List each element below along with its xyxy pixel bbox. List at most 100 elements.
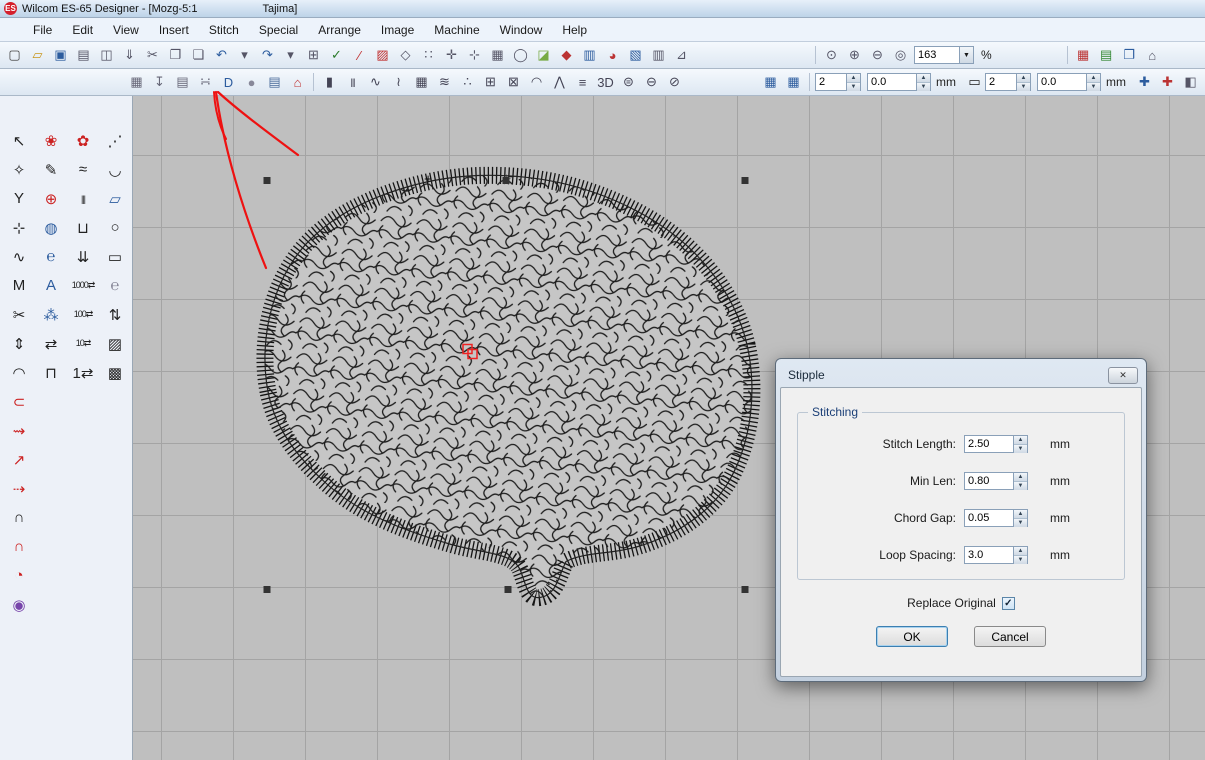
spin-down-icon[interactable]: ▼ (1087, 82, 1100, 91)
spin-up-icon[interactable]: ▲ (1014, 547, 1027, 555)
new-design-icon[interactable]: ▢ (4, 45, 25, 65)
hatch-tool[interactable]: ⋰ (99, 126, 131, 155)
trapunto-icon[interactable]: ⊜ (618, 72, 639, 92)
rectangle-tool[interactable]: ▭ (99, 242, 131, 271)
selection-handle[interactable] (505, 586, 512, 593)
menu-window[interactable]: Window (491, 20, 552, 40)
lettering-tool[interactable]: A (35, 271, 67, 300)
dialog-titlebar[interactable]: Stipple ✕ (780, 363, 1142, 387)
grid-spacing-input[interactable] (816, 74, 846, 90)
export-machine-file-icon[interactable]: ⇓ (119, 45, 140, 65)
print-icon[interactable]: ▤ (73, 45, 94, 65)
menu-special[interactable]: Special (250, 20, 307, 40)
paste-icon[interactable]: ❏ (188, 45, 209, 65)
motif-run-tool[interactable]: ⇢ (3, 474, 35, 503)
selection-handle[interactable] (264, 586, 271, 593)
monogram-icon[interactable]: D (218, 72, 239, 92)
mirror-merge-tool[interactable]: Y (3, 184, 35, 213)
zoom-out-icon[interactable]: ⊖ (867, 45, 888, 65)
effect-3d-icon[interactable]: 3D (595, 72, 616, 92)
lattice-icon[interactable]: ⊠ (503, 72, 524, 92)
manual-stitch-tool[interactable]: ∩ (3, 532, 35, 561)
pattern-b-tool[interactable]: ▩ (99, 358, 131, 387)
title-bar[interactable]: ES Wilcom ES-65 Designer - [Mozg-5:1 Taj… (0, 0, 1205, 18)
spin-down-icon[interactable]: ▼ (1017, 82, 1030, 91)
cross-fill-icon[interactable]: ⊞ (480, 72, 501, 92)
spin-up-icon[interactable]: ▲ (1014, 436, 1027, 444)
menu-arrange[interactable]: Arrange (309, 20, 370, 40)
run-stitch-icon[interactable]: ∕ (349, 45, 370, 65)
drop-stitch-tool[interactable]: ⇊ (67, 242, 99, 271)
spin-down-icon[interactable]: ▼ (1014, 444, 1027, 453)
zoom-level-input[interactable] (915, 47, 959, 63)
florentine-fill-tool[interactable]: ❀ (35, 126, 67, 155)
no-fill-icon[interactable]: ⊘ (664, 72, 685, 92)
pattern-stitch-icon[interactable]: ∷ (418, 45, 439, 65)
arc-shape-tool[interactable]: ◡ (99, 155, 131, 184)
hoop-icon[interactable]: ◯ (510, 45, 531, 65)
triple-run-tool[interactable]: ↗ (3, 445, 35, 474)
object-properties-icon[interactable]: ▦ (126, 72, 147, 92)
check-stitches-icon[interactable]: ✓ (326, 45, 347, 65)
shape-fill-icon[interactable]: ◪ (533, 45, 554, 65)
menu-stitch[interactable]: Stitch (200, 20, 248, 40)
remove-underlay-icon[interactable]: ⊖ (641, 72, 662, 92)
close-button[interactable]: ✕ (1108, 367, 1138, 384)
design-library-icon[interactable]: ▦ (1073, 45, 1094, 65)
satin-stitch-icon[interactable]: ▨ (372, 45, 393, 65)
program-list-icon[interactable]: ▤ (264, 72, 285, 92)
center-design-icon[interactable]: ✚ (1157, 72, 1178, 92)
thread-ring-tool[interactable]: ◉ (3, 590, 35, 619)
dash-icon[interactable]: ▭ (964, 72, 985, 92)
stipple-icon[interactable]: ∺ (195, 72, 216, 92)
thread-needle-icon[interactable]: ↧ (149, 72, 170, 92)
select-tool[interactable]: ↖ (3, 126, 35, 155)
pan-icon[interactable]: ✚ (1134, 72, 1155, 92)
spin-up-icon[interactable]: ▲ (1017, 74, 1030, 82)
updown-tool[interactable]: ⇅ (99, 300, 131, 329)
spin-down-icon[interactable]: ▼ (1014, 518, 1027, 527)
spin-down-icon[interactable]: ▼ (1014, 555, 1027, 564)
ripple-fill-icon[interactable]: ≋ (434, 72, 455, 92)
spin-up-icon[interactable]: ▲ (917, 74, 930, 82)
color-film-icon[interactable]: ▥ (579, 45, 600, 65)
cancel-button[interactable]: Cancel (974, 626, 1046, 647)
parallelogram-tool[interactable]: ▱ (99, 184, 131, 213)
menu-view[interactable]: View (104, 20, 148, 40)
spin-down-icon[interactable]: ▼ (847, 82, 860, 91)
scissors-tool[interactable]: ✂ (3, 300, 35, 329)
zigzag-icon[interactable]: ∿ (365, 72, 386, 92)
stitch-edit-tool[interactable]: M (3, 271, 35, 300)
spin-up-icon[interactable]: ▲ (847, 74, 860, 82)
spin-down-icon[interactable]: ▼ (917, 82, 930, 91)
product-visualizer-icon[interactable]: ▤ (1096, 45, 1117, 65)
options-icon[interactable]: ⌂ (1142, 45, 1163, 65)
min-len-input[interactable] (965, 473, 1013, 489)
selection-handle[interactable] (264, 177, 271, 184)
design-sample-tool[interactable]: ℮ (35, 242, 67, 271)
scale-1-tool[interactable]: 1⇄ (67, 358, 99, 387)
measure-tool[interactable]: ⊹ (3, 213, 35, 242)
zoom-dropdown-icon[interactable]: ▼ (959, 47, 973, 63)
redo-dropdown-icon[interactable]: ▾ (280, 45, 301, 65)
backstitch-icon[interactable]: ≡ (572, 72, 593, 92)
spin-up-icon[interactable]: ▲ (1087, 74, 1100, 82)
replace-original-checkbox[interactable]: ✓ (1002, 597, 1015, 610)
loop-spacing-input[interactable] (965, 547, 1013, 563)
save-design-icon[interactable]: ▣ (50, 45, 71, 65)
show-grid-icon[interactable]: ▦ (760, 72, 781, 92)
menu-machine[interactable]: Machine (425, 20, 488, 40)
grid-toggle-icon[interactable]: ▦ (487, 45, 508, 65)
program-split-icon[interactable]: ▦ (411, 72, 432, 92)
scale-100-tool[interactable]: 100⇄ (67, 300, 99, 329)
overview-window-icon[interactable]: ❐ (1119, 45, 1140, 65)
snap-grid-icon[interactable]: ▦ (783, 72, 804, 92)
ok-button[interactable]: OK (876, 626, 948, 647)
contour-icon[interactable]: ◠ (526, 72, 547, 92)
zoom-in-icon[interactable]: ⊕ (844, 45, 865, 65)
palette-icon[interactable]: ▧ (625, 45, 646, 65)
menu-image[interactable]: Image (372, 20, 423, 40)
menu-help[interactable]: Help (553, 20, 596, 40)
pattern-a-tool[interactable]: ▨ (99, 329, 131, 358)
reshape-node-icon[interactable]: ⊹ (464, 45, 485, 65)
